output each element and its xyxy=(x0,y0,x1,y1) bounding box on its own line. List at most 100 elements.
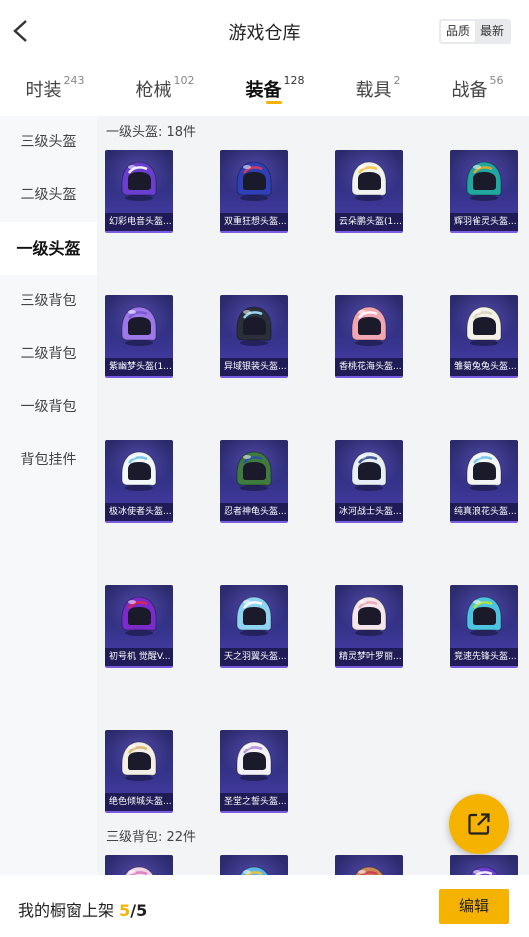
item-image xyxy=(466,596,502,636)
bottom-bar: 我的橱窗上架 5/5 编辑 xyxy=(0,875,529,937)
item-card[interactable]: 双重狂想头盔... xyxy=(220,150,288,233)
sidebar-item-level2-backpack[interactable]: 二级背包 xyxy=(0,328,97,381)
item-card[interactable]: 幻彩电音头盔... xyxy=(105,150,173,233)
item-card[interactable]: 雏菊兔兔头盔... xyxy=(450,295,518,378)
sidebar-item-backpack-charm[interactable]: 背包挂件 xyxy=(0,434,97,487)
sidebar-item-level1-backpack[interactable]: 一级背包 xyxy=(0,381,97,434)
showcase-status: 我的橱窗上架 5/5 xyxy=(18,897,147,921)
item-image xyxy=(466,451,502,491)
item-name: 雏菊兔兔头盔... xyxy=(450,358,518,376)
item-card[interactable]: 极冰使者头盔... xyxy=(105,440,173,523)
item-image xyxy=(121,161,157,201)
item-name: 精灵梦叶罗丽... xyxy=(335,648,403,666)
item-card[interactable]: 精灵梦叶罗丽... xyxy=(335,585,403,668)
item-image xyxy=(236,306,272,346)
item-image xyxy=(351,306,387,346)
item-image xyxy=(236,161,272,201)
item-image xyxy=(469,866,499,875)
item-image xyxy=(236,741,272,781)
item-card[interactable]: 辉羽雀灵头盔... xyxy=(450,150,518,233)
item-card[interactable]: 初号机 觉醒V... xyxy=(105,585,173,668)
sidebar-item-level3-backpack[interactable]: 三级背包 xyxy=(0,275,97,328)
tab-label: 装备 xyxy=(245,80,282,101)
item-card[interactable]: 紫幽梦头盔(1... xyxy=(105,295,173,378)
item-image xyxy=(239,866,269,875)
item-name: 天之羽翼头盔... xyxy=(220,648,288,666)
item-image xyxy=(121,306,157,346)
tab-count: 128 xyxy=(283,74,305,87)
item-card[interactable]: 天之羽翼头盔... xyxy=(220,585,288,668)
tab-count: 102 xyxy=(173,74,195,87)
item-name: 冰河战士头盔... xyxy=(335,503,403,521)
sort-newest-option[interactable]: 最新 xyxy=(475,21,509,42)
item-image xyxy=(351,161,387,201)
share-button[interactable] xyxy=(449,794,509,854)
item-image xyxy=(351,596,387,636)
item-name: 异域银装头盔... xyxy=(220,358,288,376)
section-title-helmets: 一级头盔: 18件 xyxy=(106,125,197,140)
item-name: 双重狂想头盔... xyxy=(220,213,288,231)
item-card[interactable]: 幻彩电音背包... xyxy=(450,855,518,875)
item-image xyxy=(466,306,502,346)
item-name: 圣堂之誓头盔... xyxy=(220,793,288,811)
tab-label: 枪械 xyxy=(135,80,172,101)
item-image xyxy=(121,451,157,491)
showcase-total-count: 5 xyxy=(136,901,148,920)
item-image xyxy=(124,866,154,875)
tab-label: 载具 xyxy=(355,80,392,101)
item-name: 幻彩电音头盔... xyxy=(105,213,173,231)
item-card[interactable]: 绝色倾城头盔... xyxy=(105,730,173,813)
item-name: 纯真浪花头盔... xyxy=(450,503,518,521)
tab-supplies[interactable]: 战备 56 xyxy=(451,74,504,102)
item-card[interactable]: 忍者神龟头盔... xyxy=(220,440,288,523)
item-image xyxy=(236,451,272,491)
tab-vehicles[interactable]: 载具 2 xyxy=(355,74,401,102)
showcase-current-count: 5 xyxy=(119,901,131,920)
tab-label: 战备 xyxy=(451,80,488,101)
tab-count: 243 xyxy=(63,74,85,87)
sidebar-item-level1-helmet[interactable]: 一级头盔 xyxy=(0,222,97,275)
item-card[interactable]: 香桃花海头盔... xyxy=(335,295,403,378)
item-card[interactable]: 异域银装头盔... xyxy=(220,295,288,378)
sidebar-item-level3-helmet[interactable]: 三级头盔 xyxy=(0,116,97,169)
item-card[interactable]: 圣堂之誓头盔... xyxy=(220,730,288,813)
share-icon xyxy=(468,813,490,835)
backpack-grid: 冷漠罗丽背包... 云朵鹏背包(3... 双重狂想背包... 幻彩电音背包... xyxy=(97,855,529,875)
item-name: 竞速先锋头盔... xyxy=(450,648,518,666)
active-tab-indicator xyxy=(265,101,282,104)
item-name: 紫幽梦头盔(1... xyxy=(105,358,173,376)
tab-fashion[interactable]: 时装 243 xyxy=(26,74,85,102)
item-name: 极冰使者头盔... xyxy=(105,503,173,521)
item-name: 辉羽雀灵头盔... xyxy=(450,213,518,231)
item-card[interactable]: 冷漠罗丽背包... xyxy=(105,855,173,875)
edit-button[interactable]: 编辑 xyxy=(439,889,509,924)
item-card[interactable]: 云朵鹏头盔(1... xyxy=(335,150,403,233)
tab-weapons[interactable]: 枪械 102 xyxy=(135,74,195,102)
category-tabs: 时装 243 枪械 102 装备 128 载具 2 战备 56 xyxy=(0,64,529,116)
item-image xyxy=(466,161,502,201)
item-image xyxy=(351,451,387,491)
item-name: 初号机 觉醒V... xyxy=(105,648,173,666)
item-card[interactable]: 冰河战士头盔... xyxy=(335,440,403,523)
item-image xyxy=(121,741,157,781)
sidebar-item-level2-helmet[interactable]: 二级头盔 xyxy=(0,169,97,222)
item-name: 云朵鹏头盔(1... xyxy=(335,213,403,231)
tab-count: 2 xyxy=(393,74,401,87)
item-list[interactable]: 一级头盔: 18件 幻彩电音头盔... 双重狂想头盔... 云朵鹏头盔(1... 辉羽… xyxy=(97,116,529,875)
item-image xyxy=(236,596,272,636)
item-card[interactable]: 纯真浪花头盔... xyxy=(450,440,518,523)
item-image xyxy=(354,866,384,875)
item-card[interactable]: 云朵鹏背包(3... xyxy=(220,855,288,875)
item-name: 绝色倾城头盔... xyxy=(105,793,173,811)
sort-toggle: 品质 最新 xyxy=(438,19,511,44)
sidebar: 三级头盔 二级头盔 一级头盔 三级背包 二级背包 一级背包 背包挂件 xyxy=(0,116,97,875)
header: 游戏仓库 品质 最新 xyxy=(0,0,529,64)
tab-count: 56 xyxy=(489,74,504,87)
tab-equipment[interactable]: 装备 128 xyxy=(245,74,305,104)
sort-quality-option[interactable]: 品质 xyxy=(440,21,475,42)
item-image xyxy=(121,596,157,636)
item-card[interactable]: 竞速先锋头盔... xyxy=(450,585,518,668)
item-name: 忍者神龟头盔... xyxy=(220,503,288,521)
helmet-grid: 幻彩电音头盔... 双重狂想头盔... 云朵鹏头盔(1... 辉羽雀灵头盔... 紫幽梦… xyxy=(97,150,529,813)
item-card[interactable]: 双重狂想背包... xyxy=(335,855,403,875)
